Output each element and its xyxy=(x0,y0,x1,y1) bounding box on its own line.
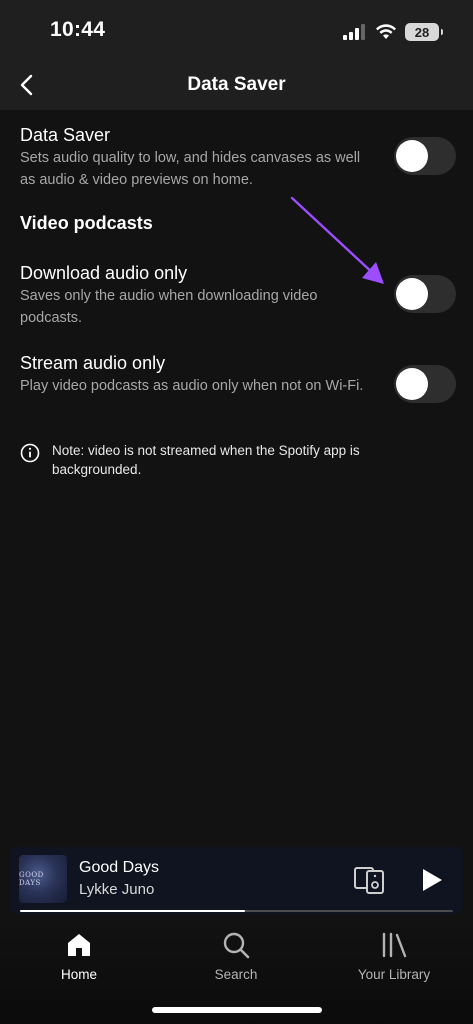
note-text: Note: video is not streamed when the Spo… xyxy=(52,443,360,477)
connect-device-button[interactable] xyxy=(353,864,387,896)
cellular-signal-icon xyxy=(343,24,365,40)
nav-item-your-library[interactable]: Your Library xyxy=(334,930,454,982)
library-icon xyxy=(379,930,409,960)
play-button[interactable] xyxy=(415,864,447,896)
note: Note: video is not streamed when the Spo… xyxy=(20,441,460,479)
setting-title: Data Saver xyxy=(20,125,111,145)
home-icon xyxy=(64,930,94,960)
album-art-text: GOOD DAYS xyxy=(19,871,44,887)
connect-device-icon xyxy=(354,867,384,894)
header: Data Saver xyxy=(0,60,473,110)
nav-item-home[interactable]: Home xyxy=(19,930,139,982)
toggle-knob xyxy=(396,278,428,310)
album-art[interactable]: GOOD DAYS xyxy=(19,855,67,903)
toggle-knob xyxy=(396,140,428,172)
track-title[interactable]: Good Days xyxy=(79,859,159,877)
status-time: 10:44 xyxy=(50,18,106,41)
track-artist[interactable]: Lykke Juno xyxy=(79,881,154,898)
wifi-icon xyxy=(376,24,396,39)
status-bar: 10:44 28 xyxy=(0,0,473,60)
nav-label-your-library: Your Library xyxy=(357,967,431,982)
search-icon xyxy=(221,930,251,960)
data-saver-toggle[interactable] xyxy=(394,137,456,175)
battery-level: 28 xyxy=(414,24,430,40)
stream-audio-only-toggle[interactable] xyxy=(394,365,456,403)
playback-progress[interactable] xyxy=(20,910,453,912)
nav-item-search[interactable]: Search xyxy=(176,930,296,982)
setting-description: Saves only the audio when downloading vi… xyxy=(20,288,318,326)
setting-title: Download audio only xyxy=(20,263,188,283)
nav-label-home: Home xyxy=(60,967,97,982)
download-audio-only-toggle[interactable] xyxy=(394,275,456,313)
bottom-nav: Home Search Your Library xyxy=(0,918,473,1024)
page-title: Data Saver xyxy=(187,74,286,95)
status-icons: 28 xyxy=(343,22,443,42)
setting-stream-audio-only: Stream audio only Play video podcasts as… xyxy=(20,352,460,397)
toggle-knob xyxy=(396,368,428,400)
setting-description: Play video podcasts as audio only when n… xyxy=(20,378,364,394)
battery-indicator: 28 xyxy=(405,23,443,41)
setting-title: Stream audio only xyxy=(20,353,166,373)
playback-progress-fill xyxy=(20,910,246,912)
section-heading-video-podcasts: Video podcasts xyxy=(20,213,153,233)
home-indicator xyxy=(152,1007,322,1013)
play-icon xyxy=(423,869,442,891)
mini-player[interactable]: GOOD DAYS Good Days Lykke Juno xyxy=(10,847,463,914)
info-icon xyxy=(20,443,40,463)
nav-label-search: Search xyxy=(214,967,258,982)
setting-description: Sets audio quality to low, and hides can… xyxy=(20,150,361,188)
